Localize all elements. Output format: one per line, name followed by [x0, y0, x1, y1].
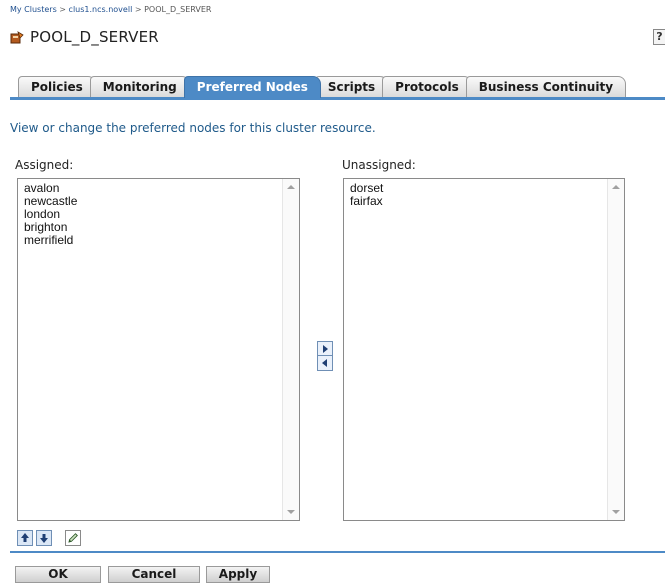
tab-preferred-nodes[interactable]: Preferred Nodes [183, 76, 321, 98]
unassigned-scrollbar[interactable] [607, 179, 624, 520]
tab-underline [10, 97, 665, 100]
unassigned-listbox[interactable]: dorset fairfax [343, 178, 625, 521]
move-up-button[interactable] [17, 530, 33, 546]
tab-protocols[interactable]: Protocols [382, 76, 472, 98]
list-item[interactable]: dorset [350, 182, 624, 195]
breadcrumb-separator: > [134, 5, 142, 14]
breadcrumb-current: POOL_D_SERVER [144, 5, 212, 14]
scroll-down-icon[interactable] [612, 510, 620, 514]
move-left-button[interactable] [317, 355, 333, 371]
list-item[interactable]: newcastle [24, 195, 299, 208]
footer-divider [10, 551, 665, 553]
breadcrumb-my-clusters[interactable]: My Clusters [10, 5, 57, 14]
breadcrumb-cluster[interactable]: clus1.ncs.novell [69, 5, 133, 14]
edit-button[interactable] [65, 530, 81, 546]
list-item[interactable]: fairfax [350, 195, 624, 208]
tab-monitoring[interactable]: Monitoring [89, 76, 190, 98]
breadcrumb: My Clusters > clus1.ncs.novell > POOL_D_… [10, 5, 211, 14]
help-button[interactable]: ? [653, 29, 665, 45]
tab-business-continuity[interactable]: Business Continuity [465, 76, 627, 98]
tab-bar: Policies Monitoring Preferred Nodes Scri… [18, 76, 627, 98]
page-description: View or change the preferred nodes for t… [10, 121, 376, 135]
breadcrumb-separator: > [59, 5, 66, 14]
page-header: POOL_D_SERVER [10, 28, 159, 46]
tab-scripts[interactable]: Scripts [314, 76, 389, 98]
assigned-label: Assigned: [15, 158, 74, 172]
scroll-up-icon[interactable] [612, 185, 620, 189]
page-title: POOL_D_SERVER [30, 28, 159, 46]
cluster-resource-icon [10, 30, 24, 44]
ok-button[interactable]: OK [15, 566, 101, 583]
unassigned-label: Unassigned: [342, 158, 416, 172]
apply-button[interactable]: Apply [206, 566, 270, 583]
pencil-icon [65, 530, 81, 550]
scroll-up-icon[interactable] [287, 185, 295, 189]
move-down-button[interactable] [36, 530, 52, 546]
list-item[interactable]: merrifield [24, 234, 299, 247]
assigned-scrollbar[interactable] [282, 179, 299, 520]
scroll-down-icon[interactable] [287, 510, 295, 514]
cancel-button[interactable]: Cancel [108, 566, 200, 583]
tab-policies[interactable]: Policies [18, 76, 96, 98]
assigned-listbox[interactable]: avalon newcastle london brighton merrifi… [17, 178, 300, 521]
